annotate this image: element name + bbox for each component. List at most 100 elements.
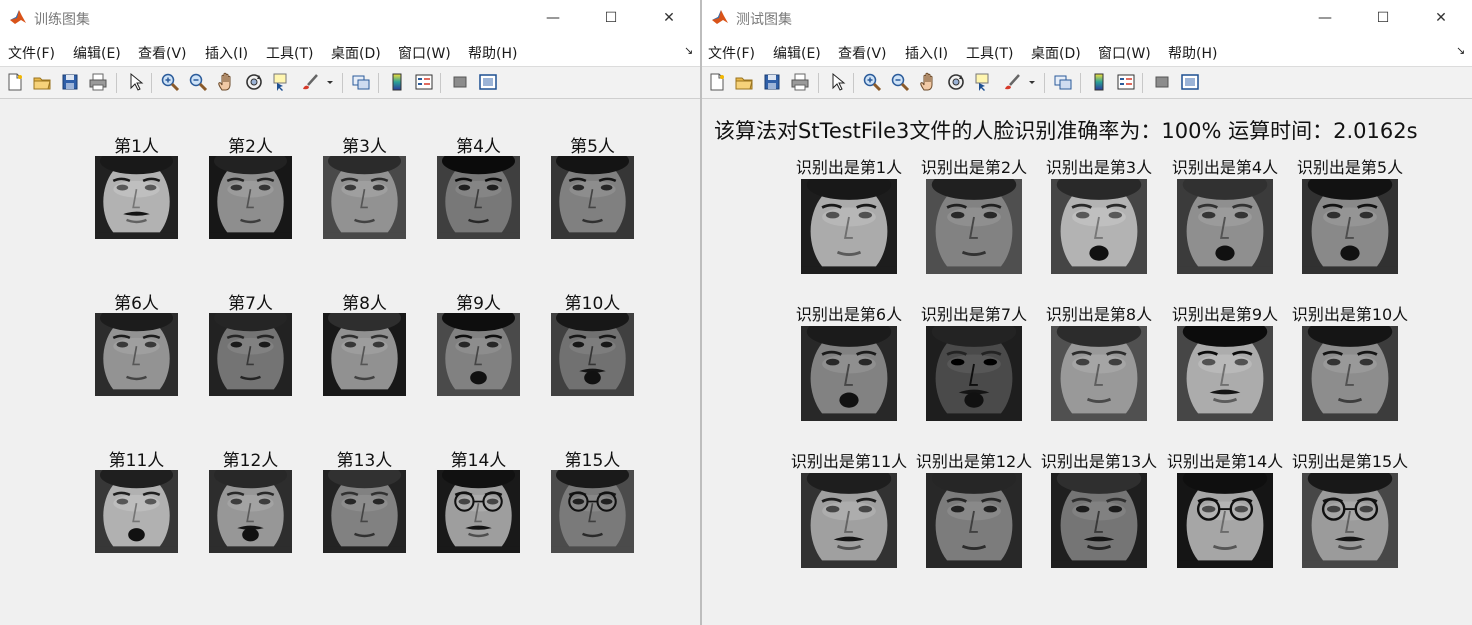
- training-face-label: 第4人: [456, 137, 501, 157]
- menu-edit[interactable]: 编辑(E): [773, 43, 821, 63]
- test-face-image: [801, 179, 897, 274]
- maximize-button[interactable]: ☐: [1360, 3, 1406, 33]
- brush-icon[interactable]: [299, 71, 321, 93]
- toolbar-separator: [378, 73, 379, 93]
- save-icon[interactable]: [761, 71, 783, 93]
- test-face-image: [926, 179, 1022, 274]
- menu-file[interactable]: 文件(F): [8, 43, 55, 63]
- test-face-image: [926, 473, 1022, 568]
- toolbar-separator: [818, 73, 819, 93]
- new-figure-icon[interactable]: [4, 71, 26, 93]
- training-face-label: 第12人: [222, 451, 279, 471]
- show-plot-tools-icon[interactable]: [477, 71, 499, 93]
- menu-desktop[interactable]: 桌面(D): [1031, 43, 1081, 63]
- figure-canvas: 该算法对StTestFile3文件的人脸识别准确率为：100% 运算时间：2.0…: [702, 99, 1472, 625]
- menu-edit[interactable]: 编辑(E): [73, 43, 121, 63]
- test-figure-window: 测试图集 — ☐ ✕ 文件(F) 编辑(E) 查看(V) 插入(I) 工具(T)…: [702, 0, 1472, 625]
- hide-plot-tools-icon[interactable]: [449, 71, 471, 93]
- training-face-image: [437, 313, 520, 396]
- data-cursor-icon[interactable]: [973, 71, 995, 93]
- menu-view[interactable]: 查看(V): [838, 43, 887, 63]
- new-figure-icon[interactable]: [706, 71, 728, 93]
- menu-bar: 文件(F) 编辑(E) 查看(V) 插入(I) 工具(T) 桌面(D) 窗口(W…: [0, 36, 700, 67]
- rotate-3d-icon[interactable]: [945, 71, 967, 93]
- training-face-image: [95, 470, 178, 553]
- edit-plot-icon[interactable]: [826, 71, 848, 93]
- menu-window[interactable]: 窗口(W): [398, 43, 451, 63]
- print-icon[interactable]: [87, 71, 109, 93]
- minimize-button[interactable]: —: [1302, 3, 1348, 33]
- legend-icon[interactable]: [1115, 71, 1137, 93]
- menu-window[interactable]: 窗口(W): [1098, 43, 1151, 63]
- test-face-image: [1051, 179, 1147, 274]
- menu-arrow-icon[interactable]: ↘: [684, 44, 693, 57]
- save-icon[interactable]: [59, 71, 81, 93]
- maximize-button[interactable]: ☐: [588, 3, 634, 33]
- brush-dropdown-icon[interactable]: [325, 71, 335, 93]
- hide-plot-tools-icon[interactable]: [1151, 71, 1173, 93]
- menu-help[interactable]: 帮助(H): [1168, 43, 1217, 63]
- training-face-image: [437, 156, 520, 239]
- matlab-logo-icon: [10, 10, 26, 24]
- menu-bar: 文件(F) 编辑(E) 查看(V) 插入(I) 工具(T) 桌面(D) 窗口(W…: [702, 36, 1472, 67]
- zoom-out-icon[interactable]: [889, 71, 911, 93]
- menu-arrow-icon[interactable]: ↘: [1456, 44, 1465, 57]
- menu-help[interactable]: 帮助(H): [468, 43, 517, 63]
- recognized-face-label: 识别出是第10人: [1291, 305, 1409, 324]
- open-file-icon[interactable]: [733, 71, 755, 93]
- pan-icon[interactable]: [215, 71, 237, 93]
- window-title: 测试图集: [736, 12, 792, 28]
- edit-plot-icon[interactable]: [124, 71, 146, 93]
- close-button[interactable]: ✕: [646, 3, 692, 33]
- training-face-label: 第1人: [114, 137, 159, 157]
- colorbar-icon[interactable]: [386, 71, 408, 93]
- training-face-image: [551, 470, 634, 553]
- matlab-logo-icon: [712, 10, 728, 24]
- show-plot-tools-icon[interactable]: [1179, 71, 1201, 93]
- test-face-image: [1051, 473, 1147, 568]
- zoom-in-icon[interactable]: [861, 71, 883, 93]
- test-face-image: [1177, 326, 1273, 421]
- training-face-image: [551, 313, 634, 396]
- training-face-image: [437, 470, 520, 553]
- menu-insert[interactable]: 插入(I): [905, 43, 948, 63]
- test-face-image: [1302, 473, 1398, 568]
- menu-desktop[interactable]: 桌面(D): [331, 43, 381, 63]
- link-plot-icon[interactable]: [350, 71, 372, 93]
- minimize-button[interactable]: —: [530, 3, 576, 33]
- training-face-image: [323, 313, 406, 396]
- training-face-label: 第2人: [228, 137, 273, 157]
- test-face-image: [1302, 179, 1398, 274]
- close-button[interactable]: ✕: [1418, 3, 1464, 33]
- open-file-icon[interactable]: [31, 71, 53, 93]
- rotate-3d-icon[interactable]: [243, 71, 265, 93]
- menu-tools[interactable]: 工具(T): [966, 43, 1013, 63]
- training-face-label: 第7人: [228, 294, 273, 314]
- print-icon[interactable]: [789, 71, 811, 93]
- brush-icon[interactable]: [1001, 71, 1023, 93]
- training-face-image: [209, 156, 292, 239]
- colorbar-icon[interactable]: [1088, 71, 1110, 93]
- training-face-label: 第15人: [564, 451, 621, 471]
- training-face-label: 第10人: [564, 294, 621, 314]
- menu-insert[interactable]: 插入(I): [205, 43, 248, 63]
- link-plot-icon[interactable]: [1052, 71, 1074, 93]
- title-bar: 测试图集 — ☐ ✕: [702, 0, 1472, 36]
- data-cursor-icon[interactable]: [271, 71, 293, 93]
- zoom-in-icon[interactable]: [159, 71, 181, 93]
- toolbar-separator: [1044, 73, 1045, 93]
- toolbar-separator: [440, 73, 441, 93]
- test-face-image: [1177, 473, 1273, 568]
- zoom-out-icon[interactable]: [187, 71, 209, 93]
- menu-file[interactable]: 文件(F): [708, 43, 755, 63]
- menu-tools[interactable]: 工具(T): [266, 43, 313, 63]
- brush-dropdown-icon[interactable]: [1027, 71, 1037, 93]
- pan-icon[interactable]: [917, 71, 939, 93]
- figure-toolbar: [702, 67, 1472, 99]
- menu-view[interactable]: 查看(V): [138, 43, 187, 63]
- toolbar-separator: [1142, 73, 1143, 93]
- training-face-image: [95, 313, 178, 396]
- legend-icon[interactable]: [413, 71, 435, 93]
- toolbar-separator: [116, 73, 117, 93]
- title-bar: 训练图集 — ☐ ✕: [0, 0, 700, 36]
